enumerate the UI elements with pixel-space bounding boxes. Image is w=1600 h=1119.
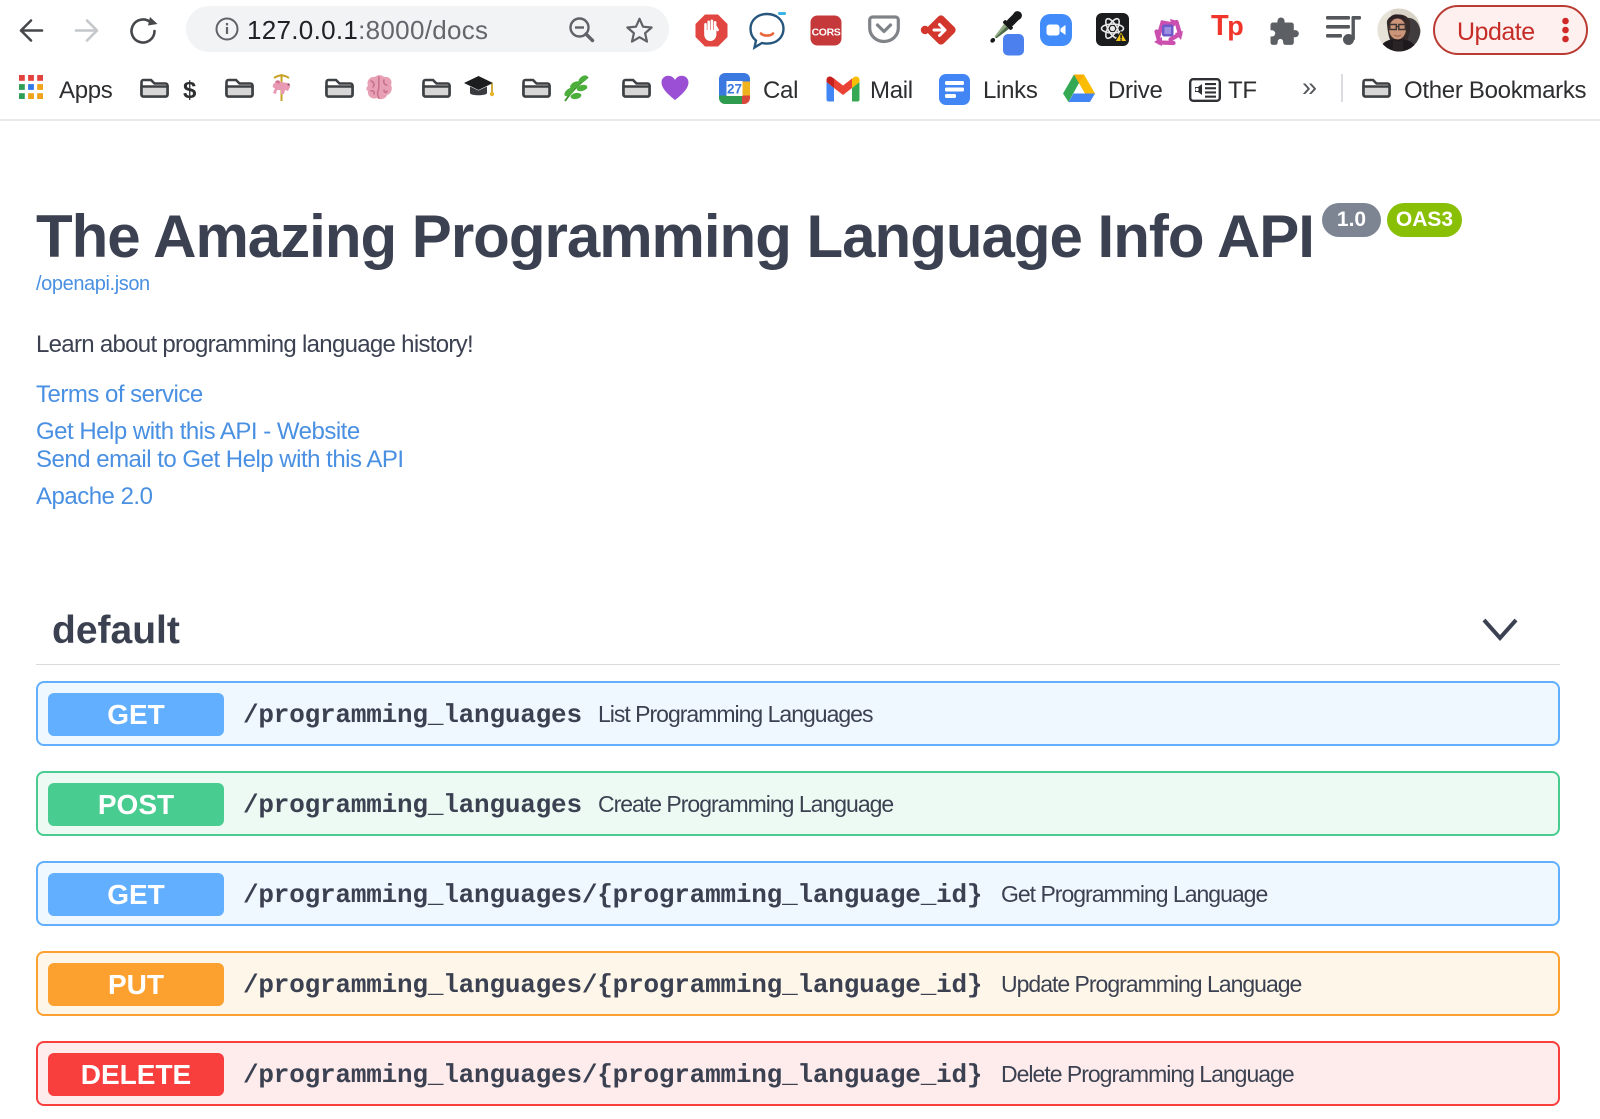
svg-text:CORS: CORS xyxy=(812,27,841,39)
svg-text:27: 27 xyxy=(727,82,742,97)
